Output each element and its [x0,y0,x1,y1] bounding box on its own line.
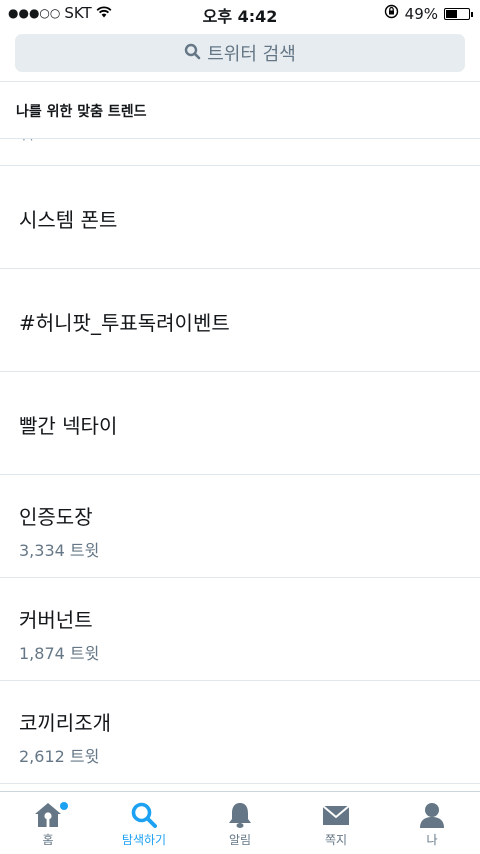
battery-fill [446,9,457,18]
search-placeholder: 트위터 검색 [207,44,296,65]
tab-profile[interactable]: 나 [384,792,480,854]
tab-label: 알림 [228,833,252,847]
tab-home[interactable]: 홈 [0,792,96,854]
tab-label: 나 [426,833,438,847]
envelope-icon [321,801,351,829]
partial-trend-row[interactable]: · · [0,139,480,166]
partial-trend-text: · · [22,139,34,147]
status-right: 49% [384,4,473,23]
tab-label: 탐색하기 [121,833,167,847]
trend-row[interactable]: 인증도장 3,334 트윗 [0,475,480,578]
trend-name: 커버넌트 [19,608,93,632]
battery-percent: 49% [404,4,438,23]
tweet-count: 2,612 트윗 [19,747,100,766]
person-icon [419,801,445,829]
trend-list: · · 시스템 폰트 #허니팟_투표독려이벤트 빨간 넥타이 인증도장 3,33… [0,139,480,784]
trend-row[interactable]: 커버넌트 1,874 트윗 [0,578,480,681]
rotation-lock-icon [384,4,399,23]
battery-cap [471,11,473,17]
trend-name: 인증도장 [19,505,93,529]
trend-name: 코끼리조개 [19,711,111,735]
trend-row[interactable]: 시스템 폰트 [0,166,480,269]
search-icon [184,43,201,64]
tab-bar: 홈 탐색하기 알림 쪽지 나 [0,791,480,854]
status-bar: ●●●○○ SKT 오후 4:42 49% [0,0,480,26]
trends-section-header: 나를 위한 맞춤 트렌드 [0,83,480,139]
trend-row[interactable]: #허니팟_투표독려이벤트 [0,269,480,372]
trend-name: 빨간 넥타이 [19,414,118,438]
tab-messages[interactable]: 쪽지 [288,792,384,854]
tab-label: 쪽지 [324,833,348,847]
trend-row[interactable]: 코끼리조개 2,612 트윗 [0,681,480,784]
search-input[interactable]: 트위터 검색 [15,34,465,72]
tweet-count: 1,874 트윗 [19,644,100,663]
tab-label: 홈 [42,833,54,847]
section-title: 나를 위한 맞춤 트렌드 [16,104,147,120]
notification-dot [60,802,68,810]
trend-name: 시스템 폰트 [19,208,118,232]
bell-icon [227,801,253,829]
tab-notifications[interactable]: 알림 [192,792,288,854]
home-icon [33,801,63,829]
tab-explore[interactable]: 탐색하기 [96,792,192,854]
trend-row[interactable]: 빨간 넥타이 [0,372,480,475]
search-icon [130,801,158,829]
tweet-count: 3,334 트윗 [19,541,100,560]
battery-icon [444,7,473,20]
search-area: 트위터 검색 [0,26,480,82]
trend-name: #허니팟_투표독려이벤트 [19,311,230,335]
